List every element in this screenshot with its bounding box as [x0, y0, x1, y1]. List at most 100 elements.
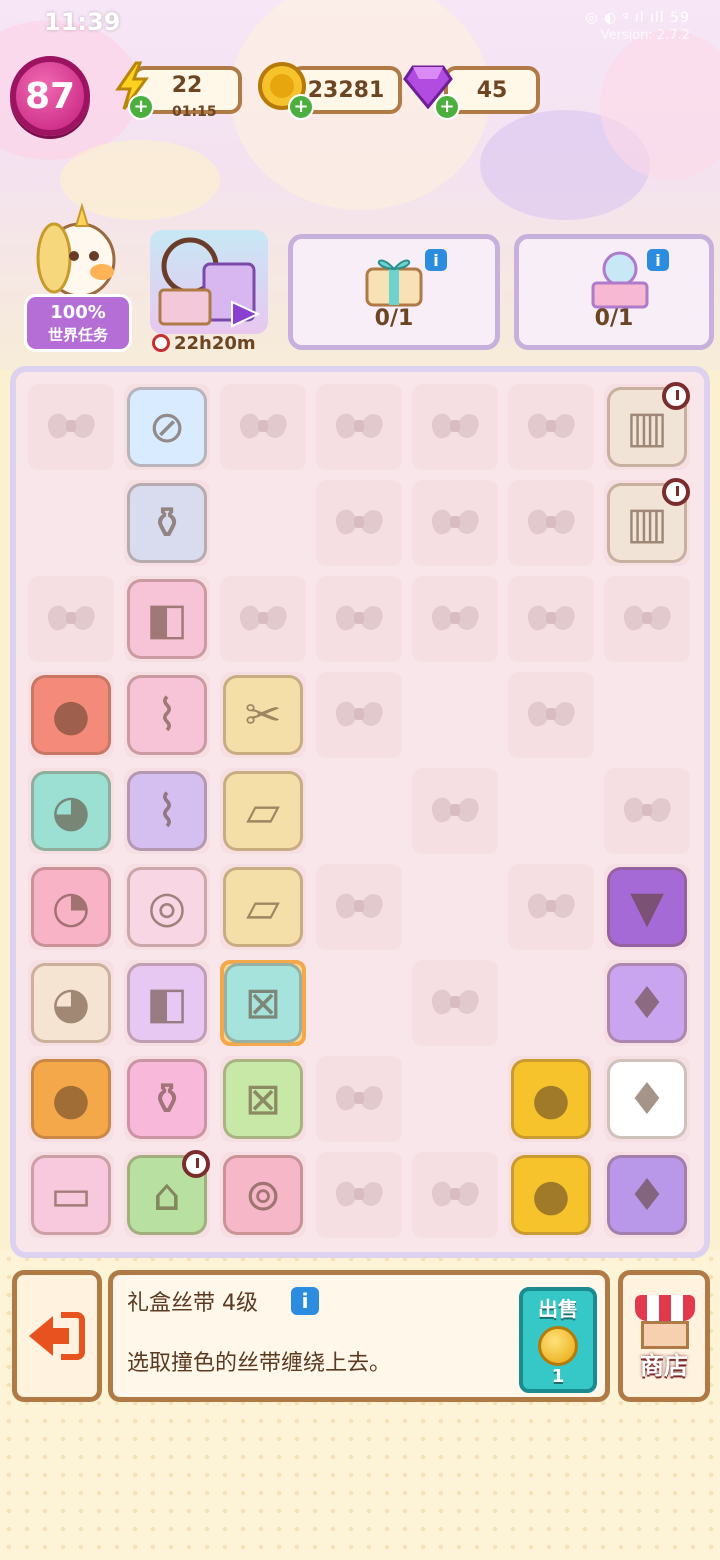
board-cell-locked[interactable]: [316, 480, 402, 566]
board-cell-cardboard-scissors[interactable]: ✂: [220, 672, 306, 758]
board-cell-locked[interactable]: [508, 864, 594, 950]
board-cell-locked[interactable]: [316, 384, 402, 470]
board-cell-bunny-plush[interactable]: ◔: [28, 864, 114, 950]
skirt-icon: ▼: [607, 867, 687, 947]
version-label: Version: 2.7.2: [600, 28, 690, 43]
balloons-generator-icon: ⊚: [223, 1155, 303, 1235]
board-cell-locked[interactable]: [508, 576, 594, 662]
sell-button[interactable]: 出售 1: [519, 1287, 597, 1393]
board-cell-empty[interactable]: [508, 960, 594, 1046]
status-time: 11:39: [44, 8, 121, 36]
board-cell-coins-small[interactable]: ●: [508, 1056, 594, 1142]
board-cell-wardrobe[interactable]: ▥: [604, 382, 690, 470]
board-cell-gift-box-ribbon[interactable]: ⊠: [220, 960, 306, 1046]
exit-icon: [29, 1308, 85, 1364]
board-cell-locked[interactable]: [508, 672, 594, 758]
bow-icon: [336, 508, 382, 538]
coin-icon: [538, 1326, 578, 1366]
board-cell-locked[interactable]: [220, 576, 306, 662]
board-cell-makeup-palette[interactable]: ◧: [124, 576, 210, 662]
board-cell-balloons-generator[interactable]: ⊚: [220, 1152, 306, 1238]
board-cell-empty[interactable]: [412, 1056, 498, 1142]
gem-value: 45: [476, 77, 508, 103]
makeup-brushes-icon: ⌇: [127, 771, 207, 851]
exit-button[interactable]: [12, 1270, 102, 1402]
add-energy-button[interactable]: +: [128, 94, 154, 120]
order-card-gift-box[interactable]: i 0/1: [288, 234, 500, 350]
player-level-badge[interactable]: 87: [10, 56, 90, 136]
gift-box-open-icon: ▱: [223, 867, 303, 947]
board-cell-empty[interactable]: [316, 768, 402, 854]
bow-icon: [624, 604, 670, 634]
bow-icon: [336, 604, 382, 634]
world-task-label: 世界任务: [47, 326, 108, 344]
event-banner[interactable]: [150, 230, 268, 334]
board-cell-lotion-bottles[interactable]: ⚱: [124, 480, 210, 566]
bow-icon: [240, 412, 286, 442]
board-cell-wardrobe[interactable]: ▥: [604, 478, 690, 566]
board-cell-gift-box-wrapped[interactable]: ⊠: [220, 1056, 306, 1142]
board-cell-empty[interactable]: [412, 672, 498, 758]
wardrobe-icon: ▥: [607, 382, 690, 467]
board-cell-coins-pile[interactable]: ●: [508, 1152, 594, 1238]
board-cell-locked[interactable]: [412, 1152, 498, 1238]
board-cell-locked[interactable]: [412, 576, 498, 662]
blush-compact-icon: ◧: [127, 963, 207, 1043]
board-cell-hamster[interactable]: ●: [28, 672, 114, 758]
order-card-vanity[interactable]: i 0/1: [514, 234, 714, 350]
board-cell-locked[interactable]: [604, 768, 690, 854]
board-cell-perfume-bottle[interactable]: ⚱: [124, 1056, 210, 1142]
board-cell-empty[interactable]: [412, 864, 498, 950]
order-info-button[interactable]: i: [425, 249, 447, 271]
board-cell-locked[interactable]: [316, 1056, 402, 1142]
merge-board: ⊘ ▥ ⚱ ▥ ◧ ● ⌇ ✂ ◕ ⌇ ▱ ◔ ◎ ▱ ▼ ◕ ◧ ⊠ ♦ ● ⚱ ⊠ ● ♦ ▭ ⌂ ⊚ ● ♦: [10, 366, 710, 1258]
item-info-button[interactable]: i: [291, 1287, 319, 1315]
board-cell-blush-compact[interactable]: ◧: [124, 960, 210, 1046]
mirror-icon: ⊘: [127, 387, 207, 467]
board-cell-locked[interactable]: [412, 480, 498, 566]
board-cell-locked[interactable]: [316, 1152, 402, 1238]
shop-button[interactable]: 商店: [618, 1270, 710, 1402]
board-cell-locked[interactable]: [604, 576, 690, 662]
board-cell-empty[interactable]: [220, 480, 306, 566]
item-info-panel: 礼盒丝带 4级 i 选取撞色的丝带缠绕上去。 出售 1: [108, 1270, 610, 1402]
board-cell-mirror[interactable]: ⊘: [124, 384, 210, 470]
board-cell-empty[interactable]: [604, 672, 690, 758]
board-cell-locked[interactable]: [508, 480, 594, 566]
add-gems-button[interactable]: +: [434, 94, 460, 120]
board-cell-locked[interactable]: [28, 384, 114, 470]
board-cell-dress-purple[interactable]: ♦: [604, 960, 690, 1046]
board-cell-gift-box-folded[interactable]: ▱: [220, 768, 306, 854]
board-cell-locked[interactable]: [508, 384, 594, 470]
add-coins-button[interactable]: +: [288, 94, 314, 120]
board-cell-empty[interactable]: [28, 480, 114, 566]
board-cell-dress-gown[interactable]: ♦: [604, 1152, 690, 1238]
board-cell-seal-plush[interactable]: ◕: [28, 768, 114, 854]
cardboard-scissors-icon: ✂: [223, 675, 303, 755]
board-cell-locked[interactable]: [316, 864, 402, 950]
board-cell-locked[interactable]: [28, 576, 114, 662]
lotion-bottles-icon: ⚱: [127, 483, 207, 563]
order-info-button[interactable]: i: [647, 249, 669, 271]
board-cell-dress-white[interactable]: ♦: [604, 1056, 690, 1142]
board-cell-house-generator[interactable]: ⌂: [124, 1150, 210, 1238]
board-cell-skirt[interactable]: ▼: [604, 864, 690, 950]
board-cell-locked[interactable]: [412, 768, 498, 854]
board-cell-makeup-brushes[interactable]: ⌇: [124, 768, 210, 854]
world-task-button[interactable]: 100% 世界任务: [24, 294, 132, 352]
board-cell-empty[interactable]: [508, 768, 594, 854]
board-cell-bed-generator[interactable]: ▭: [28, 1152, 114, 1238]
energy-timer: 01:15: [172, 104, 217, 120]
board-cell-locked[interactable]: [412, 384, 498, 470]
board-cell-puppy-plush[interactable]: ◕: [28, 960, 114, 1046]
board-cell-locked[interactable]: [220, 384, 306, 470]
board-cell-powder-compact[interactable]: ◎: [124, 864, 210, 950]
board-cell-empty[interactable]: [316, 960, 402, 1046]
board-cell-tiger-plush[interactable]: ●: [28, 1056, 114, 1142]
board-cell-locked[interactable]: [316, 672, 402, 758]
board-cell-gift-box-open[interactable]: ▱: [220, 864, 306, 950]
board-cell-locked[interactable]: [316, 576, 402, 662]
board-cell-locked[interactable]: [412, 960, 498, 1046]
dress-white-icon: ♦: [607, 1059, 687, 1139]
board-cell-lint-roller[interactable]: ⌇: [124, 672, 210, 758]
